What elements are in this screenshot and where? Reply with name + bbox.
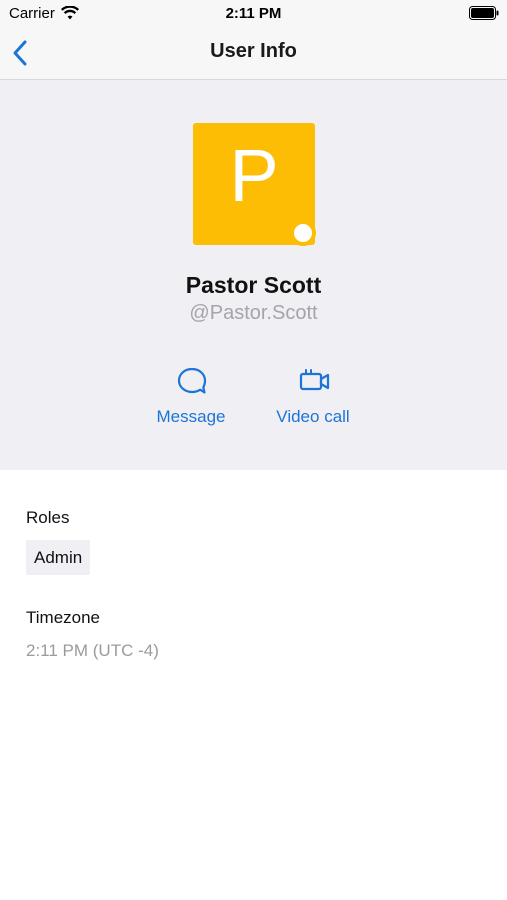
message-label: Message (156, 407, 226, 426)
roles-heading: Roles (26, 508, 70, 527)
user-info-screen: Carrier 2:11 PM User Info P Pastor Scott… (0, 0, 507, 900)
role-badge: Admin (26, 540, 91, 575)
profile-header: P Pastor Scott @Pastor.Scott Message Vid… (0, 80, 507, 470)
page-title: User Info (210, 40, 297, 62)
user-name: Pastor Scott (185, 272, 322, 298)
status-dot (290, 220, 316, 246)
video-call-label: Video call (276, 407, 350, 426)
user-handle: @Pastor.Scott (189, 302, 318, 324)
video-call-button[interactable]: Video call (258, 365, 368, 435)
timezone-heading: Timezone (26, 608, 101, 627)
status-bar: Carrier 2:11 PM (0, 0, 507, 28)
timezone-value: 2:11 PM (UTC -4) (26, 641, 159, 660)
avatar: P (193, 123, 316, 246)
navigation-bar: User Info (0, 28, 507, 80)
avatar-letter: P (229, 134, 279, 217)
video-camera-icon (299, 369, 330, 391)
status-time: 2:11 PM (225, 5, 282, 22)
message-bubble-icon (177, 367, 207, 394)
message-button[interactable]: Message (136, 365, 246, 435)
battery-icon (469, 6, 499, 20)
